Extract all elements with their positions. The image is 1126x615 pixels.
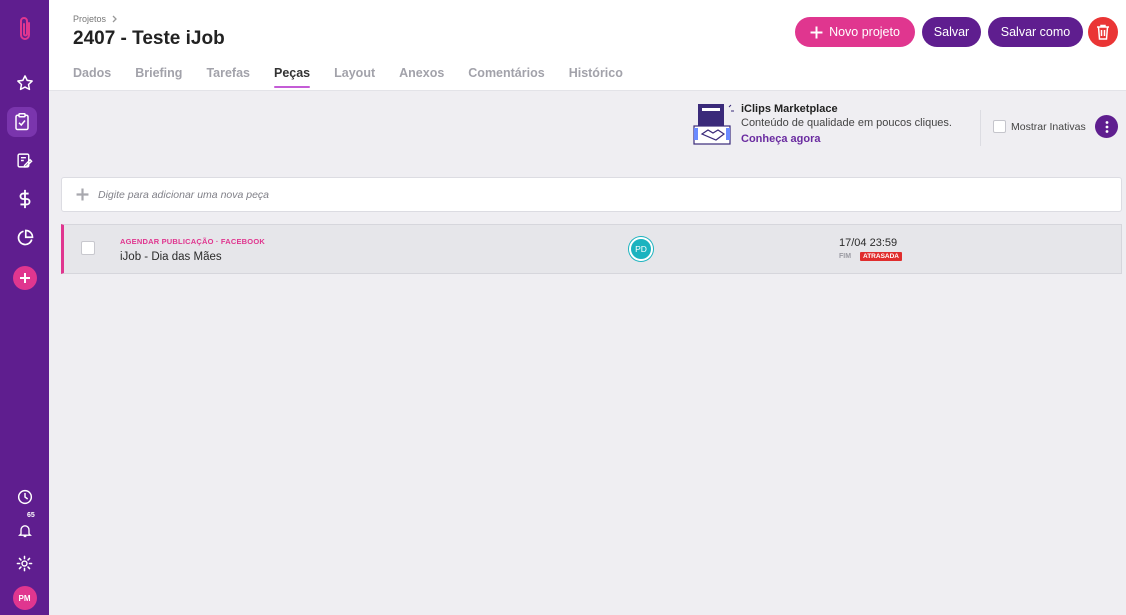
add-piece-bar bbox=[61, 177, 1122, 212]
piece-due-date: 17/04 23:59 bbox=[839, 237, 898, 249]
gear-icon[interactable] bbox=[0, 548, 49, 578]
dollar-icon[interactable] bbox=[0, 184, 49, 214]
more-options-button[interactable] bbox=[1095, 115, 1118, 138]
edit-document-icon[interactable] bbox=[0, 145, 49, 175]
show-inactive-checkbox[interactable] bbox=[993, 120, 1006, 133]
plus-icon bbox=[76, 188, 89, 201]
notification-count-badge: 65 bbox=[27, 512, 35, 519]
pie-chart-icon[interactable] bbox=[0, 223, 49, 253]
star-icon[interactable] bbox=[0, 68, 49, 98]
user-avatar[interactable]: PM bbox=[0, 583, 49, 613]
show-inactive-toggle[interactable]: Mostrar Inativas bbox=[993, 120, 1086, 133]
divider bbox=[980, 110, 981, 146]
tab-dados[interactable]: Dados bbox=[73, 66, 111, 88]
plus-icon bbox=[810, 26, 823, 38]
clipboard-check-icon[interactable] bbox=[7, 107, 37, 137]
status-badge: ATRASADA bbox=[860, 252, 902, 261]
tab-comentarios[interactable]: Comentários bbox=[468, 66, 544, 88]
marketplace-promo: iClips Marketplace Conteúdo de qualidade… bbox=[693, 102, 973, 150]
piece-name: iJob - Dia das Mães bbox=[120, 251, 222, 263]
clock-icon[interactable] bbox=[0, 482, 49, 512]
tab-historico[interactable]: Histórico bbox=[569, 66, 623, 88]
marketplace-subtitle: Conteúdo de qualidade em poucos cliques. bbox=[741, 117, 952, 129]
new-project-button[interactable]: Novo projeto bbox=[795, 17, 915, 47]
tab-anexos[interactable]: Anexos bbox=[399, 66, 444, 88]
sidebar: 65 PM bbox=[0, 0, 49, 615]
breadcrumb-projetos[interactable]: Projetos bbox=[73, 14, 106, 24]
assignee-avatar[interactable]: PD bbox=[629, 237, 653, 261]
plus-icon[interactable] bbox=[0, 263, 49, 293]
tab-tarefas[interactable]: Tarefas bbox=[206, 66, 250, 88]
more-vertical-icon bbox=[1105, 120, 1108, 133]
save-button[interactable]: Salvar bbox=[922, 17, 981, 47]
tab-bar: Dados Briefing Tarefas Peças Layout Anex… bbox=[73, 66, 623, 88]
user-initials: PM bbox=[12, 586, 37, 610]
piece-due-label: FIM bbox=[839, 253, 852, 260]
trash-icon bbox=[1097, 24, 1109, 40]
piece-checkbox[interactable] bbox=[81, 241, 95, 255]
add-piece-input[interactable] bbox=[98, 186, 998, 204]
piece-tags: AGENDAR PUBLICAÇÃO · FACEBOOK bbox=[120, 237, 265, 246]
tab-briefing[interactable]: Briefing bbox=[135, 66, 182, 88]
new-project-label: Novo projeto bbox=[829, 25, 900, 39]
show-inactive-label: Mostrar Inativas bbox=[1011, 120, 1086, 133]
project-header: Projetos 2407 - Teste iJob Dados Briefin… bbox=[49, 0, 1126, 91]
marketplace-handshake-icon bbox=[693, 104, 734, 145]
breadcrumb: Projetos bbox=[73, 14, 118, 24]
chevron-right-icon bbox=[112, 15, 117, 23]
piece-row[interactable]: AGENDAR PUBLICAÇÃO · FACEBOOK iJob - Dia… bbox=[61, 224, 1122, 274]
delete-button[interactable] bbox=[1088, 17, 1118, 47]
bell-icon[interactable]: 65 bbox=[0, 512, 49, 545]
marketplace-link[interactable]: Conheça agora bbox=[741, 133, 820, 145]
tab-pecas[interactable]: Peças bbox=[273, 66, 311, 88]
marketplace-title: iClips Marketplace bbox=[741, 103, 838, 115]
tab-layout[interactable]: Layout bbox=[334, 66, 375, 88]
page-title: 2407 - Teste iJob bbox=[73, 28, 225, 49]
save-as-button[interactable]: Salvar como bbox=[988, 17, 1083, 47]
paperclip-icon[interactable] bbox=[0, 14, 49, 44]
